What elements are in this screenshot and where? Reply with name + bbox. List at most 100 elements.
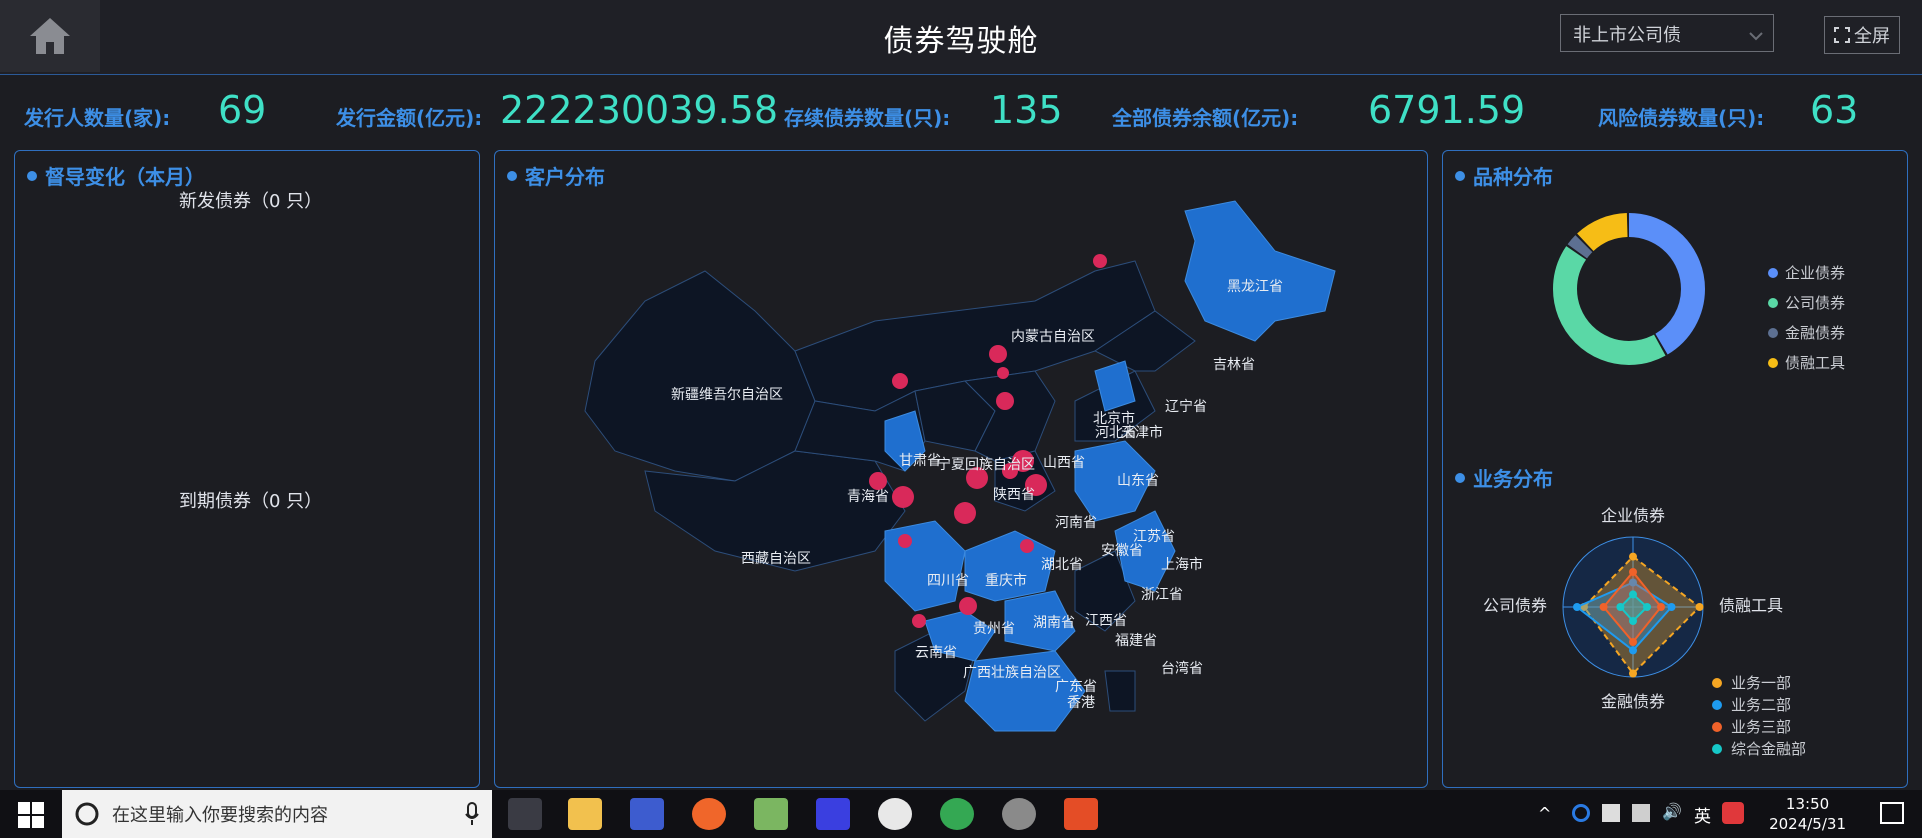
bond-type-select[interactable]: 非上市公司债 (1560, 14, 1774, 52)
svg-text:广东省: 广东省 (1055, 679, 1097, 695)
risk-count-label: 风险债券数量(只): (1598, 106, 1765, 130)
china-map[interactable]: 黑龙江省 吉林省 辽宁省 内蒙古自治区 新疆维吾尔自治区 北京市 河北省 天津市… (495, 151, 1427, 787)
fullscreen-button[interactable]: 全屏 (1824, 16, 1900, 54)
chevron-down-icon (1749, 25, 1763, 46)
fullscreen-icon (1834, 27, 1850, 43)
radar-point (1629, 669, 1637, 678)
svg-text:江西省: 江西省 (1085, 613, 1127, 629)
radar-point (1629, 638, 1637, 646)
taskbar: 在这里输入你要搜索的内容 ^ 🔊 英 13:50 2024/5/31 (0, 790, 1922, 838)
windows-start-icon[interactable] (18, 802, 44, 832)
issue-amount-label: 发行金额(亿元): (336, 106, 483, 130)
radar-point (1599, 603, 1608, 611)
legend-label[interactable]: 公司债券 (1785, 294, 1845, 312)
radar-point (1695, 603, 1704, 611)
notification-icon[interactable] (1880, 802, 1904, 824)
legend-dot (1712, 678, 1722, 688)
radar-point (1616, 603, 1625, 611)
svg-text:广西壮族自治区: 广西壮族自治区 (963, 665, 1061, 681)
taskbar-clock[interactable]: 13:50 2024/5/31 (1769, 794, 1846, 834)
html5-icon[interactable] (1064, 798, 1098, 830)
legend-dot (1768, 358, 1778, 368)
chrome-icon[interactable] (940, 798, 974, 830)
sogou-icon[interactable] (1722, 802, 1744, 824)
radar-point (1629, 617, 1637, 625)
radar-axis-label: 债融工具 (1719, 596, 1783, 615)
svg-text:宁夏回族自治区: 宁夏回族自治区 (937, 456, 1035, 473)
microphone-icon[interactable] (464, 802, 480, 826)
svg-text:甘肃省: 甘肃省 (899, 453, 941, 469)
svg-text:台湾省: 台湾省 (1161, 660, 1203, 677)
notepad-icon[interactable] (754, 798, 788, 830)
maturing-bonds-text: 到期债券（0 只） (179, 491, 323, 512)
svg-text:贵州省: 贵州省 (973, 621, 1015, 637)
legend-dot (1768, 298, 1778, 308)
svg-text:湖北省: 湖北省 (1041, 557, 1083, 573)
legend-label[interactable]: 债融工具 (1785, 354, 1845, 372)
legend-dot (1768, 328, 1778, 338)
bullet-icon (27, 170, 37, 181)
file-explorer-icon[interactable] (568, 798, 602, 830)
settings-icon[interactable] (1002, 798, 1036, 830)
radar-point (1657, 603, 1665, 611)
svg-text:上海市: 上海市 (1161, 556, 1203, 573)
legend-dot (1712, 722, 1722, 732)
navicat-icon[interactable] (878, 798, 912, 830)
legend-label[interactable]: 综合金融部 (1731, 740, 1806, 758)
supervision-panel: 督导变化（本月） 新发债券（0 只） 到期债券（0 只） (14, 150, 480, 788)
legend-label[interactable]: 业务一部 (1731, 674, 1791, 692)
svg-text:四川省: 四川省 (927, 573, 969, 589)
panel-title: 品种分布 (1455, 161, 1553, 190)
svg-text:西藏自治区: 西藏自治区 (741, 551, 811, 567)
taskbar-search-input[interactable]: 在这里输入你要搜索的内容 (62, 790, 492, 838)
app-icon[interactable] (630, 798, 664, 830)
balance-value: 6791.59 (1368, 88, 1526, 132)
radar-point (1629, 568, 1637, 576)
bullet-icon (1455, 170, 1465, 181)
cortana-icon (75, 802, 99, 826)
clock-time: 13:50 (1785, 795, 1830, 813)
fullscreen-label: 全屏 (1854, 26, 1890, 47)
legend-label[interactable]: 金融债券 (1785, 324, 1845, 342)
task-view-icon[interactable] (508, 798, 542, 830)
radar-point (1573, 603, 1581, 611)
svg-text:湖南省: 湖南省 (1033, 615, 1075, 631)
volume-icon[interactable]: 🔊 (1662, 802, 1682, 821)
svg-text:香港: 香港 (1067, 695, 1095, 711)
radar-point (1629, 552, 1637, 561)
clock-date: 2024/5/31 (1769, 815, 1846, 833)
legend-label[interactable]: 企业债券 (1785, 264, 1845, 282)
stats-bar: 发行人数量(家): 69 发行金额(亿元): 222230039.58 存续债券… (0, 74, 1922, 148)
tray-app-icon[interactable] (1602, 804, 1620, 822)
svg-text:天津市: 天津市 (1121, 424, 1163, 441)
svg-text:新疆维吾尔自治区: 新疆维吾尔自治区 (671, 387, 783, 403)
tray-app-icon[interactable] (1572, 804, 1590, 822)
svg-text:山东省: 山东省 (1117, 473, 1159, 489)
customer-map-panel: 客户分布 黑龙江省 吉林省 辽宁省 内蒙古自治区 新疆维吾尔自治区 北京市 河北… (494, 150, 1428, 788)
radar-point (1643, 603, 1651, 611)
legend-label[interactable]: 业务三部 (1731, 718, 1791, 736)
panel-title: 业务分布 (1455, 463, 1553, 492)
svg-text:浙江省: 浙江省 (1141, 587, 1183, 603)
svg-text:陕西省: 陕西省 (993, 487, 1035, 503)
balance-label: 全部债券余额(亿元): (1112, 106, 1299, 130)
outstanding-count-value: 135 (990, 88, 1063, 132)
radar-axis-label: 公司债券 (1483, 596, 1547, 615)
radar-point (1667, 603, 1676, 611)
outstanding-count-label: 存续债券数量(只): (784, 106, 951, 130)
radar-axis-label: 企业债券 (1601, 506, 1665, 525)
variety-business-panel: 品种分布 企业债券 公司债券 金融债券 债融工具 业务分布 企业债券 债融工具 金融债… (1442, 150, 1908, 788)
search-placeholder: 在这里输入你要搜索的内容 (112, 805, 328, 826)
chevron-up-icon[interactable]: ^ (1538, 804, 1551, 823)
radar-axis-label: 金融债券 (1601, 692, 1665, 711)
legend-dot (1712, 744, 1722, 754)
network-icon[interactable] (1632, 804, 1650, 822)
postman-icon[interactable] (692, 798, 726, 830)
issuer-count-value: 69 (218, 88, 267, 132)
issuer-count-label: 发行人数量(家): (24, 106, 171, 130)
ime-indicator[interactable]: 英 (1694, 802, 1711, 827)
intellij-icon[interactable] (816, 798, 850, 830)
svg-text:吉林省: 吉林省 (1213, 357, 1255, 373)
new-bonds-text: 新发债券（0 只） (179, 191, 323, 212)
legend-label[interactable]: 业务二部 (1731, 696, 1791, 714)
